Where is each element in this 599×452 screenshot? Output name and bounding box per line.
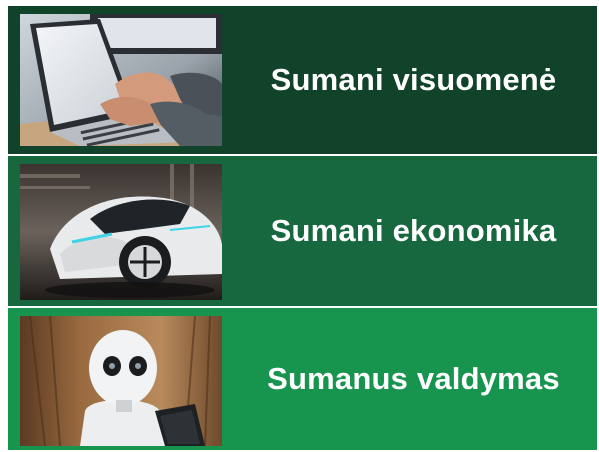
- tile-label: Sumani visuomenė: [270, 62, 557, 97]
- tile-label: Sumanus valdymas: [267, 361, 560, 396]
- tile-sumanus-valdymas[interactable]: Sumanus valdymas: [8, 308, 597, 450]
- humanoid-robot-image: [20, 316, 222, 446]
- concept-car-image: [20, 164, 222, 300]
- tile-sumani-visuomene[interactable]: Sumani visuomenė: [8, 6, 597, 154]
- tile-label: Sumani ekonomika: [270, 213, 557, 248]
- tile-sumani-ekonomika[interactable]: Sumani ekonomika: [8, 156, 597, 306]
- laptop-typing-image: [20, 14, 222, 146]
- category-menu: Sumani visuomenė Sumani ekonomika Sumanu…: [0, 0, 599, 452]
